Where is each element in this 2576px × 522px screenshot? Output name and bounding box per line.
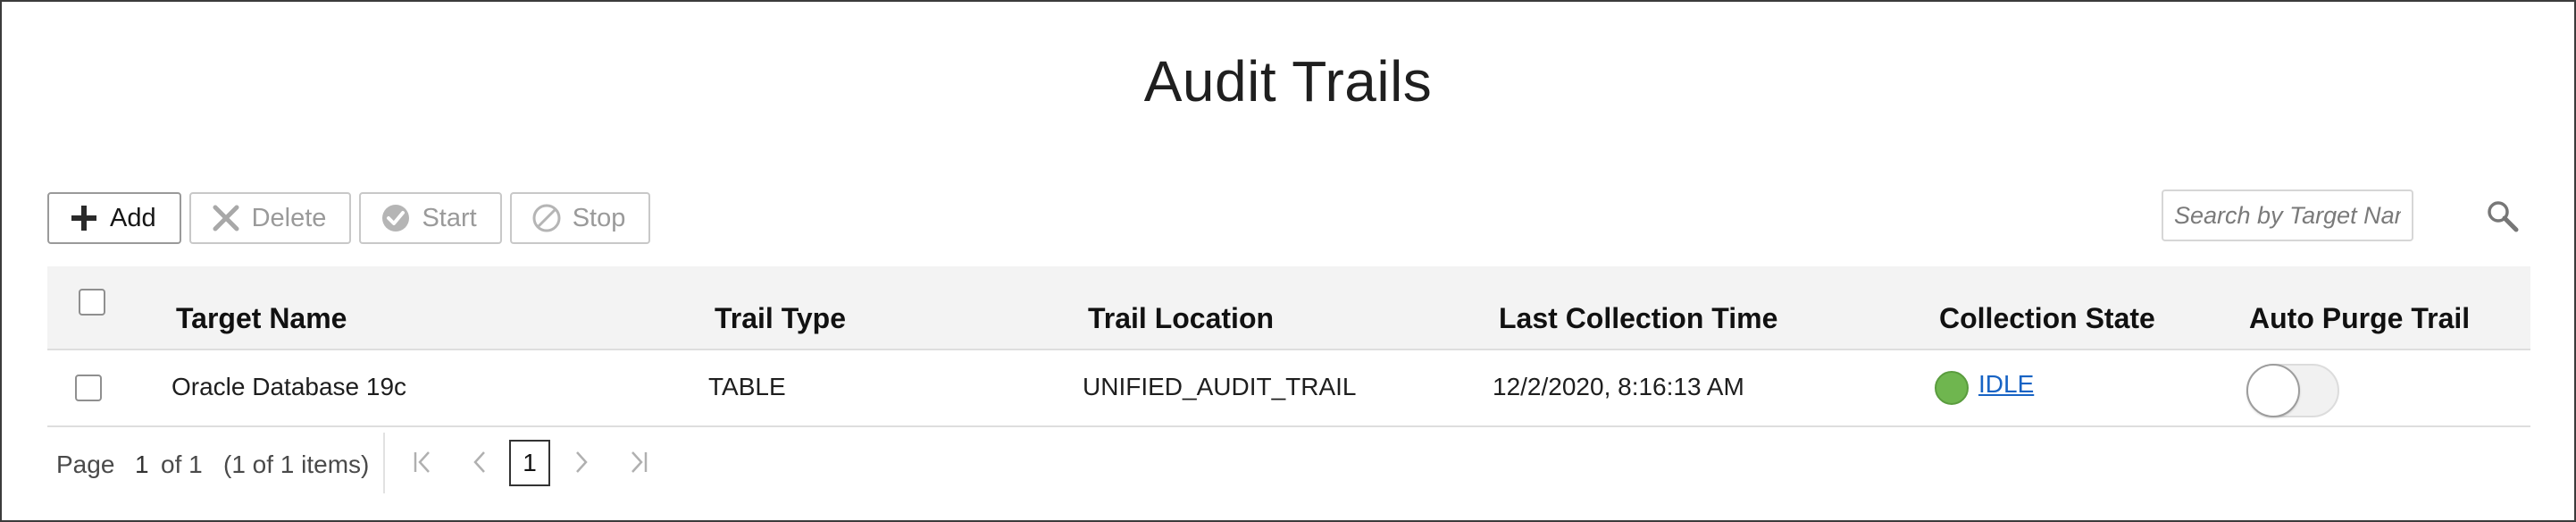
start-button[interactable]: Start	[359, 192, 502, 244]
row-checkbox[interactable]	[75, 375, 102, 401]
cell-last-collection-time: 12/2/2020, 8:16:13 AM	[1493, 373, 1744, 400]
column-header-trail-location[interactable]: Trail Location	[1088, 302, 1274, 335]
table-row[interactable]: Oracle Database 19c TABLE UNIFIED_AUDIT_…	[47, 350, 2530, 427]
check-circle-icon	[382, 205, 410, 232]
previous-page-icon[interactable]	[467, 449, 494, 476]
column-header-auto-purge-trail[interactable]: Auto Purge Trail	[2249, 302, 2470, 335]
stop-button[interactable]: Stop	[509, 192, 651, 244]
search-input[interactable]	[2162, 189, 2413, 241]
app-frame: Audit Trails Add Delete Start Stop Searc…	[0, 0, 2576, 522]
column-header-trail-type[interactable]: Trail Type	[715, 302, 846, 335]
delete-button[interactable]: Delete	[188, 192, 352, 244]
page-title: Audit Trails	[1143, 49, 1433, 114]
delete-button-label: Delete	[251, 203, 327, 232]
add-button-label: Add	[110, 203, 156, 232]
search-icon[interactable]	[2485, 198, 2521, 234]
column-header-last-collection-time[interactable]: Last Collection Time	[1499, 302, 1777, 335]
first-page-icon[interactable]	[409, 449, 436, 476]
column-header-collection-state[interactable]: Collection State	[1939, 302, 2155, 335]
last-page-icon[interactable]	[625, 449, 652, 476]
pagination-divider	[383, 433, 385, 493]
close-icon	[213, 205, 239, 232]
add-button[interactable]: Add	[47, 192, 181, 244]
stop-icon	[532, 204, 561, 232]
plus-icon	[71, 206, 96, 231]
items-count-label: (1 of 1 items)	[223, 450, 370, 478]
page-number: 1	[135, 450, 149, 478]
table-header: Target Name Trail Type Trail Location La…	[47, 266, 2530, 350]
cell-trail-type: TABLE	[708, 373, 786, 400]
toolbar: Add Delete Start Stop	[47, 192, 651, 244]
toggle-knob	[2246, 364, 2300, 417]
pagination: Page 1 of 1 (1 of 1 items) 1	[47, 424, 2530, 504]
page-label: Page	[56, 450, 115, 478]
audit-trails-table: Target Name Trail Type Trail Location La…	[47, 266, 2530, 427]
auto-purge-toggle[interactable]	[2246, 364, 2339, 417]
state-idle-indicator	[1935, 371, 1969, 405]
next-page-icon[interactable]	[567, 449, 594, 476]
select-all-checkbox[interactable]	[79, 289, 105, 316]
current-page-button[interactable]: 1	[509, 440, 550, 486]
column-header-target-name[interactable]: Target Name	[176, 302, 347, 335]
cell-trail-location: UNIFIED_AUDIT_TRAIL	[1083, 373, 1357, 400]
cell-target-name: Oracle Database 19c	[171, 373, 407, 400]
collection-state-link[interactable]: IDLE	[1978, 370, 2034, 399]
page-of-label: of 1	[161, 450, 203, 478]
start-button-label: Start	[422, 203, 477, 232]
stop-button-label: Stop	[572, 203, 626, 232]
